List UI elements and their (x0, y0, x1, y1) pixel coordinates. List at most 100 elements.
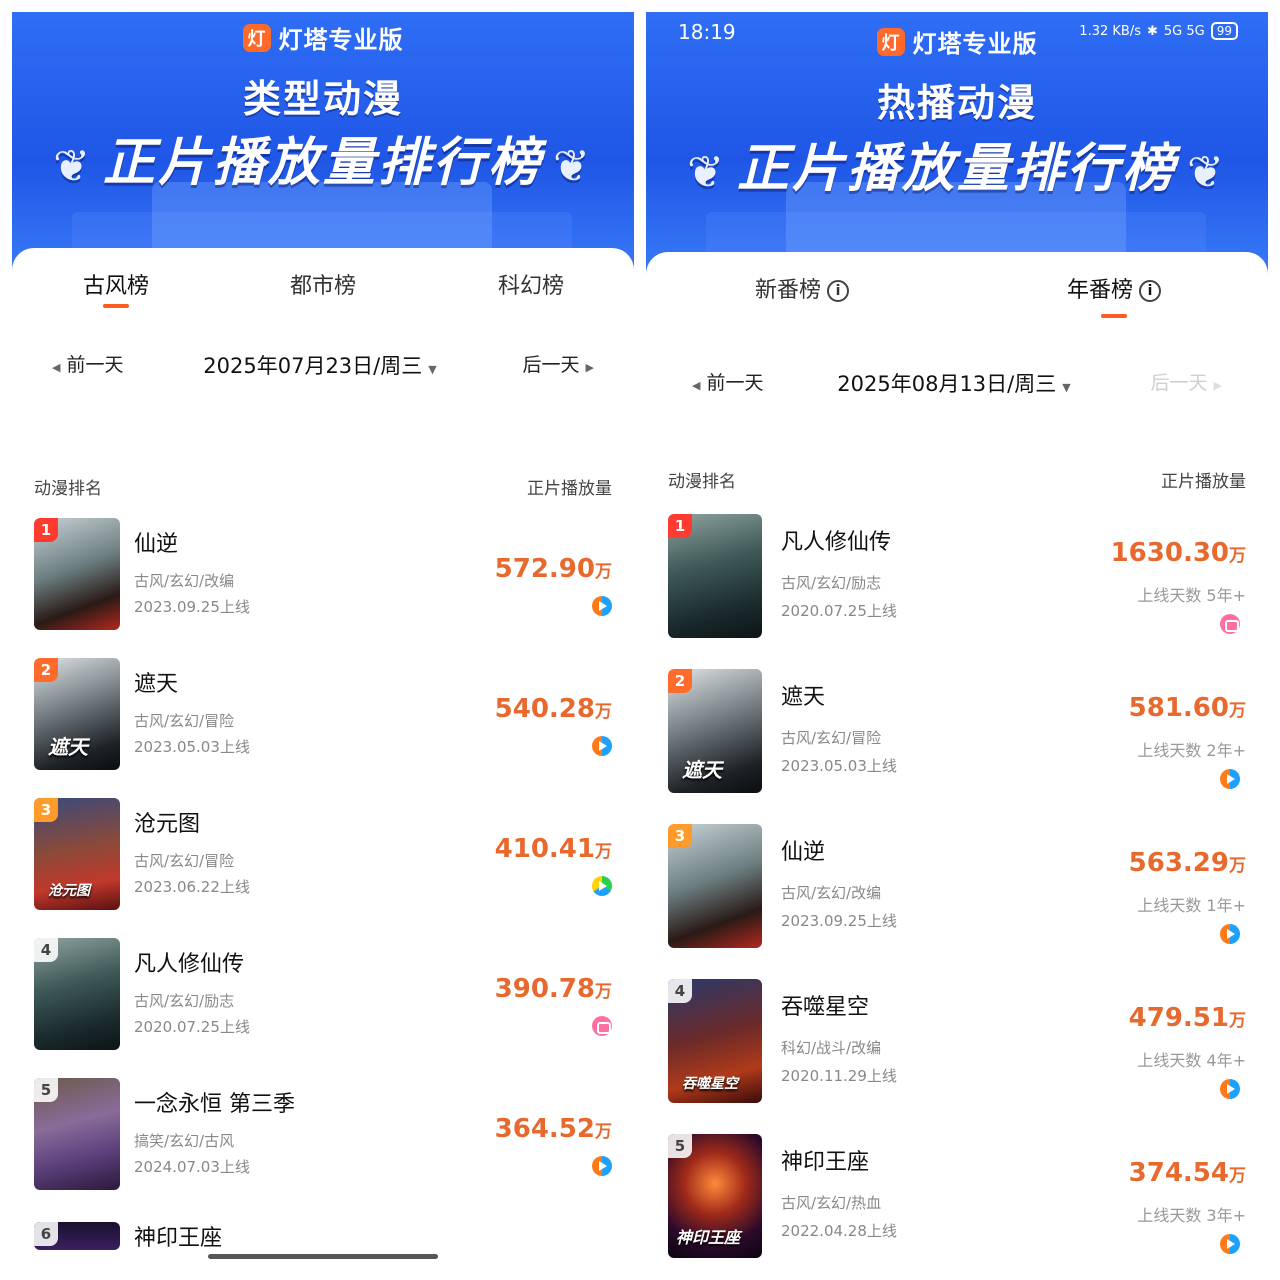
info-icon[interactable]: i (1139, 280, 1162, 302)
poster: 沧元图 3 (34, 798, 120, 910)
anime-title: 遮天 (781, 685, 826, 710)
list-item[interactable]: 遮天 2 遮天 古风/玄幻/冒险 2023.05.03上线 540.28万 (12, 658, 634, 778)
next-day-button[interactable]: 后一天 ▶ (1151, 368, 1228, 395)
info-icon[interactable]: i (827, 280, 850, 302)
triangle-left-icon: ◀ (52, 361, 61, 374)
tab-bar: 新番榜 i 年番榜 i (646, 252, 1268, 322)
anime-tags: 搞笑/玄幻/古风 (134, 1132, 235, 1150)
play-count-value: 364.52 (494, 1114, 595, 1144)
play-count: 410.41万 (495, 834, 612, 864)
poster-title: 遮天 (48, 735, 88, 759)
rank-column-header: 动漫排名 (668, 472, 736, 492)
play-count-unit: 万 (595, 1122, 612, 1142)
release-date: 2023.09.25上线 (134, 598, 250, 616)
poster: 3 (668, 824, 762, 948)
bilibili-icon (592, 1016, 612, 1036)
laurel-left-icon: ❦ (687, 146, 727, 198)
banner-title: ❦ 正片播放量排行榜 ❦ (12, 120, 634, 195)
tab-bar: 古风榜 都市榜 科幻榜 (12, 248, 634, 308)
tencent-video-icon (592, 1156, 612, 1176)
anime-tags: 古风/玄幻/冒险 (781, 729, 882, 747)
rank-badge: 4 (668, 979, 692, 1003)
right-screenshot: 18:19 灯 灯塔专业版 1.32 KB/s ✱ 5G 5G 99 热播动漫 … (646, 12, 1268, 1274)
poster-title: 神印王座 (676, 1228, 741, 1247)
tab-kehuan[interactable]: 科幻榜 (498, 268, 564, 300)
next-day-label: 后一天 (522, 354, 580, 376)
rank-column-header: 动漫排名 (34, 479, 102, 499)
list-item[interactable]: 吞噬星空 4 吞噬星空 科幻/战斗/改编 2020.11.29上线 479.51… (646, 979, 1268, 1107)
next-day-button[interactable]: 后一天 ▶ (523, 350, 600, 377)
poster: 1 (34, 518, 120, 630)
tab-dushi[interactable]: 都市榜 (290, 268, 356, 300)
play-count-value: 540.28 (494, 694, 595, 724)
anime-title: 沧元图 (134, 812, 201, 837)
list-item[interactable]: 沧元图 3 沧元图 古风/玄幻/冒险 2023.06.22上线 410.41万 (12, 798, 634, 918)
prev-day-label: 前一天 (706, 372, 764, 394)
tencent-video-icon (592, 596, 612, 616)
anime-tags: 科幻/战斗/改编 (781, 1039, 882, 1057)
tab-xinfan[interactable]: 新番榜 i (755, 272, 850, 304)
bluetooth-icon: ✱ (1146, 23, 1158, 39)
play-count: 479.51万 (1129, 1003, 1246, 1033)
home-indicator[interactable] (208, 1254, 438, 1259)
list-item[interactable]: 3 仙逆 古风/玄幻/改编 2023.09.25上线 563.29万 上线天数 … (646, 824, 1268, 952)
date-selector[interactable]: 2025年07月23日/周三 ▼ (203, 350, 442, 380)
date-label: 2025年07月23日/周三 (203, 354, 423, 378)
play-count-value: 479.51 (1128, 1003, 1229, 1033)
poster-title: 沧元图 (48, 883, 90, 899)
rank-badge: 2 (34, 658, 58, 682)
prev-day-button[interactable]: ◀ 前一天 (686, 368, 763, 395)
release-date: 2024.07.03上线 (134, 1158, 250, 1176)
play-count: 581.60万 (1129, 693, 1246, 723)
list-item[interactable]: 6 神印王座 (12, 1218, 634, 1258)
list-item[interactable]: 1 凡人修仙传 古风/玄幻/励志 2020.07.25上线 1630.30万 上… (646, 514, 1268, 642)
play-count: 364.52万 (495, 1114, 612, 1144)
play-count-unit: 万 (595, 562, 612, 582)
triangle-left-icon: ◀ (692, 379, 701, 392)
online-days: 上线天数 3年+ (1137, 1206, 1246, 1225)
play-count: 374.54万 (1129, 1158, 1246, 1188)
prev-day-button[interactable]: ◀ 前一天 (46, 350, 123, 377)
list-item[interactable]: 神印王座 5 神印王座 古风/玄幻/热血 2022.04.28上线 374.54… (646, 1134, 1268, 1262)
left-screenshot: 灯 灯塔专业版 类型动漫 ❦ 正片播放量排行榜 ❦ 古风榜 都市榜 科幻榜 ◀ 前一天… (12, 12, 634, 1274)
play-count: 390.78万 (495, 974, 612, 1004)
anime-title: 凡人修仙传 (781, 530, 892, 555)
play-count: 540.28万 (495, 694, 612, 724)
play-count-value: 1630.30 (1110, 538, 1229, 568)
poster: 1 (668, 514, 762, 638)
anime-tags: 古风/玄幻/改编 (781, 884, 882, 902)
anime-title: 吞噬星空 (781, 995, 870, 1020)
release-date: 2023.05.03上线 (781, 757, 897, 775)
anime-tags: 古风/玄幻/热血 (781, 1194, 882, 1212)
date-selector[interactable]: 2025年08月13日/周三 ▼ (837, 368, 1076, 398)
play-count: 572.90万 (495, 554, 612, 584)
list-item[interactable]: 1 仙逆 古风/玄幻/改编 2023.09.25上线 572.90万 (12, 518, 634, 638)
rank-badge: 3 (668, 824, 692, 848)
plays-column-header: 正片播放量 (527, 479, 612, 499)
release-date: 2023.05.03上线 (134, 738, 250, 756)
tab-gufeng[interactable]: 古风榜 (83, 268, 149, 300)
active-tab-indicator (103, 304, 129, 308)
anime-title: 遮天 (134, 672, 179, 697)
banner-title: ❦ 正片播放量排行榜 ❦ (646, 126, 1268, 201)
laurel-left-icon: ❦ (53, 140, 93, 192)
release-date: 2020.11.29上线 (781, 1067, 897, 1085)
rank-badge: 5 (668, 1134, 692, 1158)
list-item[interactable]: 4 凡人修仙传 古风/玄幻/励志 2020.07.25上线 390.78万 (12, 938, 634, 1058)
poster: 6 (34, 1222, 120, 1250)
status-icons: 1.32 KB/s ✱ 5G 5G 99 (1079, 22, 1238, 40)
online-days: 上线天数 4年+ (1137, 1051, 1246, 1070)
rank-badge: 4 (34, 938, 58, 962)
list-item[interactable]: 遮天 2 遮天 古风/玄幻/冒险 2023.05.03上线 581.60万 上线… (646, 669, 1268, 797)
online-days: 上线天数 2年+ (1137, 741, 1246, 760)
tab-nianfan[interactable]: 年番榜 i (1067, 272, 1162, 304)
play-count-value: 410.41 (494, 834, 595, 864)
release-date: 2023.09.25上线 (781, 912, 897, 930)
list-item[interactable]: 5 一念永恒 第三季 搞笑/玄幻/古风 2024.07.03上线 364.52万 (12, 1078, 634, 1198)
battery-icon: 99 (1210, 22, 1238, 40)
tencent-video-icon (1220, 1079, 1240, 1099)
rank-badge: 2 (668, 669, 692, 693)
play-count-value: 563.29 (1128, 848, 1229, 878)
poster: 遮天 2 (34, 658, 120, 770)
tencent-video-icon (592, 736, 612, 756)
